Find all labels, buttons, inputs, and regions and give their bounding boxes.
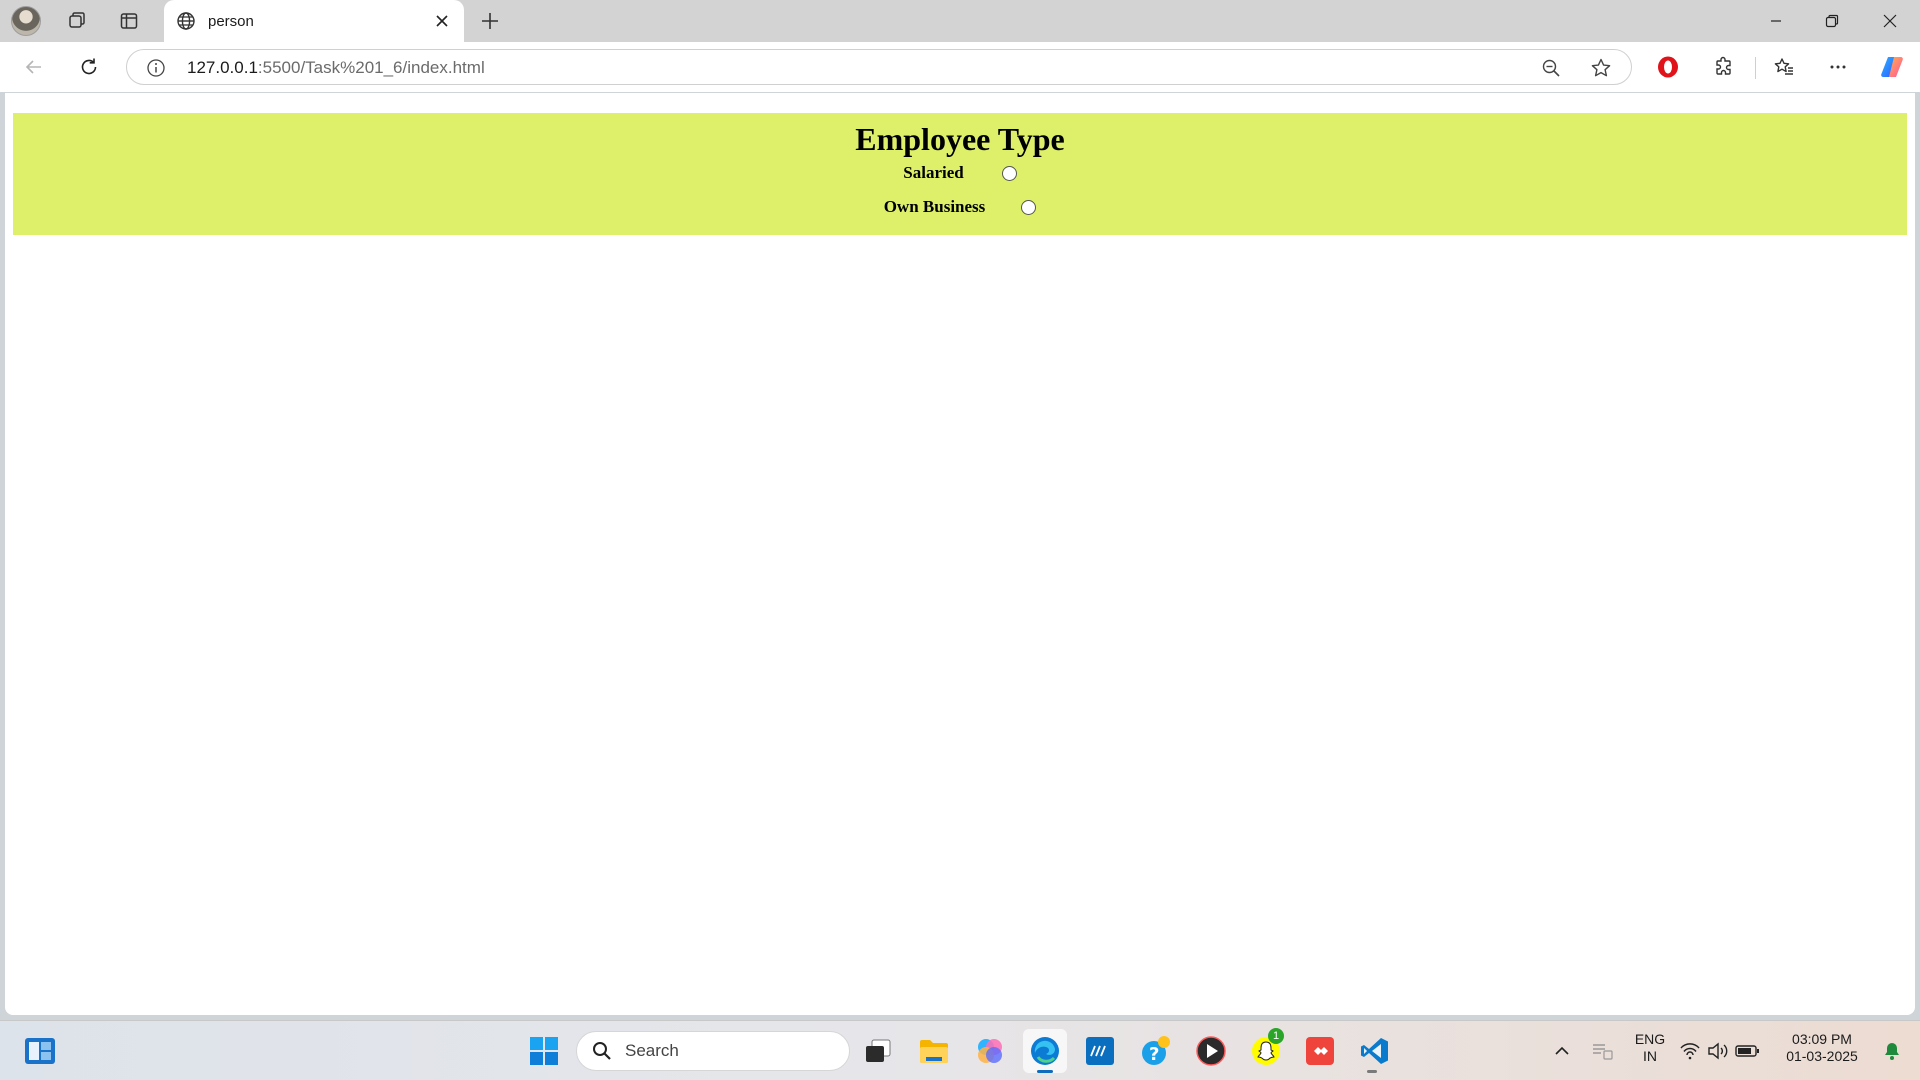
restore-icon[interactable] <box>1804 0 1860 42</box>
region-code: IN <box>1643 1048 1657 1064</box>
copilot-icon[interactable] <box>1874 51 1910 83</box>
taskbar-search-box[interactable]: Search <box>576 1031 850 1071</box>
favorite-star-icon[interactable] <box>1589 56 1613 80</box>
page-viewport: Employee Type Salaried Own Business <box>5 93 1915 1015</box>
anydesk-icon[interactable] <box>1298 1029 1342 1073</box>
toolbar-divider <box>1755 57 1756 79</box>
favorites-icon[interactable] <box>1766 51 1802 83</box>
profile-avatar[interactable] <box>11 6 41 36</box>
task-view-icon[interactable] <box>856 1029 900 1073</box>
notification-bell-icon[interactable] <box>1872 1029 1912 1073</box>
network-volume-battery-group[interactable] <box>1676 1029 1766 1073</box>
browser-titlebar: person <box>0 0 1920 42</box>
url-path: :5500/Task%201_6/index.html <box>257 58 485 77</box>
option-row-own-business: Own Business <box>13 197 1907 217</box>
own-business-label: Own Business <box>883 197 986 216</box>
url-host: 127.0.0.1 <box>187 58 258 77</box>
myhp-icon[interactable] <box>1078 1029 1122 1073</box>
vscode-icon[interactable] <box>1353 1029 1397 1073</box>
url-text[interactable]: 127.0.0.1:5500/Task%201_6/index.html <box>187 58 485 78</box>
widgets-icon[interactable] <box>18 1029 62 1073</box>
keyboard-settings-icon[interactable] <box>1580 1029 1624 1073</box>
media-player-icon[interactable] <box>1189 1029 1233 1073</box>
extensions-puzzle-icon[interactable] <box>1706 51 1742 83</box>
taskbar: Search ? 1 ENG IN 03:09 PM 01-03-2025 <box>0 1020 1920 1080</box>
edge-active-indicator <box>1037 1070 1053 1073</box>
search-label: Search <box>625 1041 679 1060</box>
site-info-icon[interactable] <box>145 57 167 79</box>
close-window-icon[interactable] <box>1862 0 1918 42</box>
show-hidden-icons-chevron-up-icon[interactable] <box>1540 1029 1584 1073</box>
help-icon[interactable]: ? <box>1134 1029 1178 1073</box>
employee-type-panel: Employee Type Salaried Own Business <box>13 113 1907 235</box>
language-indicator[interactable]: ENG IN <box>1628 1031 1672 1065</box>
copilot-app-icon[interactable] <box>968 1029 1012 1073</box>
vscode-active-indicator <box>1367 1070 1377 1073</box>
back-arrow-icon[interactable] <box>16 51 52 83</box>
own-business-radio[interactable] <box>1021 199 1037 215</box>
clock[interactable]: 03:09 PM 01-03-2025 <box>1772 1031 1872 1065</box>
address-bar[interactable]: 127.0.0.1:5500/Task%201_6/index.html <box>126 49 1632 85</box>
minimize-icon[interactable] <box>1748 0 1804 42</box>
search-icon <box>591 1040 613 1062</box>
salaried-label: Salaried <box>903 163 964 182</box>
language-code: ENG <box>1634 1031 1666 1047</box>
vertical-tabs-icon[interactable] <box>111 5 147 37</box>
option-row-salaried: Salaried <box>13 163 1907 183</box>
tab-person[interactable]: person <box>164 0 464 42</box>
tab-title: person <box>208 12 254 30</box>
close-tab-icon[interactable] <box>428 7 456 35</box>
svg-text:?: ? <box>1149 1044 1159 1065</box>
opera-extension-icon[interactable] <box>1650 51 1686 83</box>
file-explorer-icon[interactable] <box>912 1029 956 1073</box>
more-options-icon[interactable] <box>1820 51 1856 83</box>
zoom-out-icon[interactable] <box>1539 56 1563 80</box>
new-tab-icon[interactable] <box>472 5 508 37</box>
page-heading: Employee Type <box>855 121 1065 157</box>
clock-time: 03:09 PM <box>1792 1031 1852 1047</box>
globe-icon <box>174 9 198 33</box>
browser-toolbar: 127.0.0.1:5500/Task%201_6/index.html <box>0 42 1920 92</box>
snapchat-badge: 1 <box>1268 1028 1284 1044</box>
refresh-icon[interactable] <box>71 51 107 83</box>
edge-icon[interactable] <box>1023 1029 1067 1073</box>
salaried-radio[interactable] <box>1001 165 1017 181</box>
workspaces-icon[interactable] <box>59 5 95 37</box>
clock-date: 01-03-2025 <box>1786 1048 1858 1064</box>
start-icon[interactable] <box>522 1029 566 1073</box>
